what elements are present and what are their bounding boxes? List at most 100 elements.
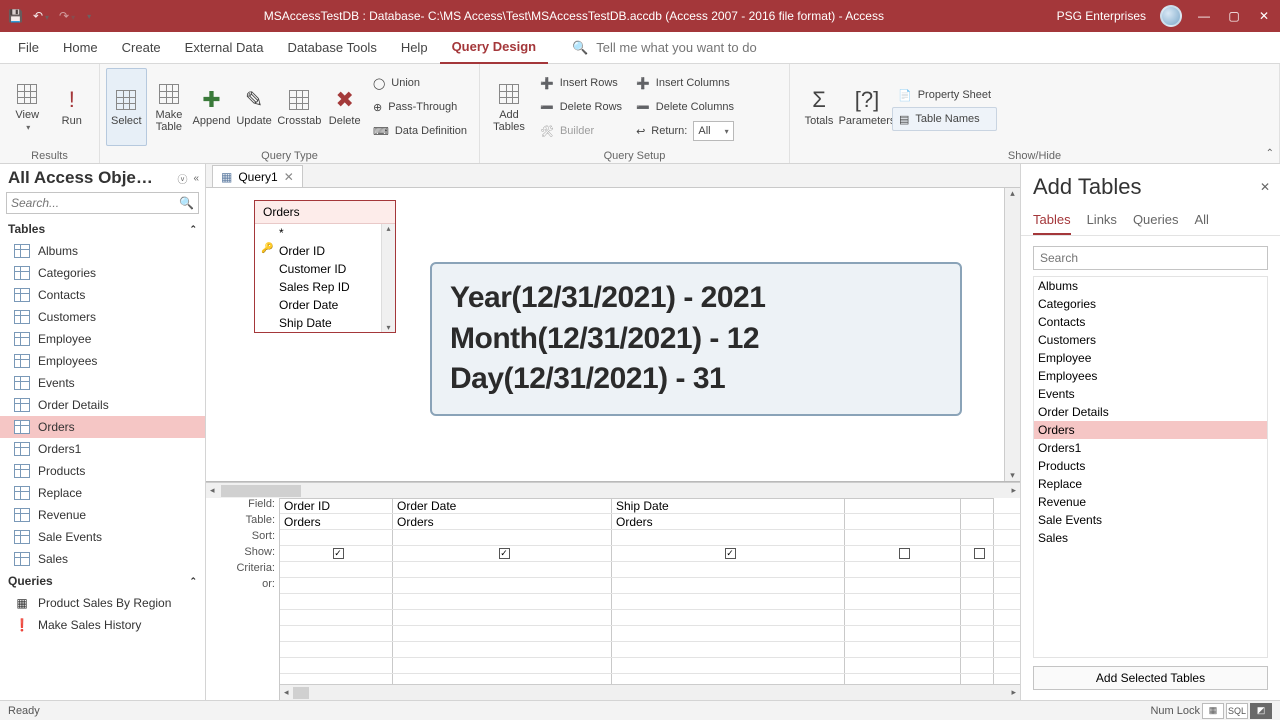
show-checkbox[interactable] — [974, 548, 985, 559]
qbe-cell-or[interactable] — [393, 578, 612, 593]
close-button[interactable]: ✕ — [1256, 9, 1272, 23]
add-tables-button[interactable]: Add Tables — [486, 68, 532, 146]
redo-icon[interactable]: ↷▾ — [59, 9, 75, 23]
qbe-cell-empty[interactable] — [845, 594, 961, 609]
property-sheet-button[interactable]: 📄Property Sheet — [892, 83, 997, 107]
tab-external-data[interactable]: External Data — [173, 32, 276, 64]
show-checkbox[interactable]: ✓ — [725, 548, 736, 559]
qbe-cell-empty[interactable] — [280, 642, 393, 657]
qbe-cell-table[interactable]: Orders — [280, 514, 393, 529]
qbe-cell-or[interactable] — [961, 578, 994, 593]
qbe-cell-empty[interactable] — [393, 594, 612, 609]
add-tables-item[interactable]: Employee — [1034, 349, 1267, 367]
fieldlist-field[interactable]: Sales Rep ID — [255, 278, 395, 296]
qbe-cell-table[interactable]: Orders — [393, 514, 612, 529]
qbe-cell-table[interactable]: Orders — [612, 514, 845, 529]
qbe-cell-empty[interactable] — [845, 610, 961, 625]
nav-table-albums[interactable]: Albums — [0, 240, 205, 262]
select-query-button[interactable]: Select — [106, 68, 147, 146]
nav-filter-icon[interactable]: ⓥ — [177, 171, 187, 186]
add-tables-search-input[interactable] — [1034, 247, 1267, 269]
nav-query-product-sales-by-region[interactable]: ▦Product Sales By Region — [0, 592, 205, 614]
qbe-cell-criteria[interactable] — [612, 562, 845, 577]
parameters-button[interactable]: [?]Parameters — [844, 68, 890, 146]
tab-links[interactable]: Links — [1087, 206, 1117, 235]
qbe-grid[interactable]: Field:Table:Sort:Show:Criteria:or: Order… — [206, 498, 1020, 700]
qbe-cell-empty[interactable] — [961, 642, 994, 657]
qbe-cell-or[interactable] — [845, 578, 961, 593]
qbe-cell-sort[interactable] — [961, 530, 994, 545]
minimize-button[interactable]: — — [1196, 9, 1212, 23]
qbe-cell-sort[interactable] — [280, 530, 393, 545]
relationship-canvas[interactable]: Orders *Order IDCustomer IDSales Rep IDO… — [206, 188, 1020, 482]
search-icon[interactable]: 🔍 — [175, 196, 198, 210]
qbe-hscroll[interactable]: ◂▸ — [280, 684, 1020, 700]
qbe-cell-empty[interactable] — [612, 610, 845, 625]
qbe-cell-empty[interactable] — [612, 642, 845, 657]
tab-home[interactable]: Home — [51, 32, 110, 64]
tell-me-search[interactable]: 🔍 — [572, 40, 816, 56]
qbe-cell-criteria[interactable] — [393, 562, 612, 577]
add-tables-search[interactable] — [1033, 246, 1268, 270]
add-tables-item[interactable]: Albums — [1034, 277, 1267, 295]
tab-database-tools[interactable]: Database Tools — [275, 32, 388, 64]
qbe-cell-empty[interactable] — [612, 626, 845, 641]
delete-rows-button[interactable]: ➖Delete Rows — [534, 95, 628, 119]
document-tab[interactable]: ▦ Query1 ✕ — [212, 165, 303, 187]
nav-search-input[interactable] — [7, 196, 175, 210]
close-tab-icon[interactable]: ✕ — [284, 170, 294, 184]
qbe-cell-criteria[interactable] — [961, 562, 994, 577]
view-button[interactable]: View▾ — [6, 68, 49, 146]
add-tables-item[interactable]: Customers — [1034, 331, 1267, 349]
qbe-cell-empty[interactable] — [280, 626, 393, 641]
maximize-button[interactable]: ▢ — [1226, 9, 1242, 23]
nav-query-make-sales-history[interactable]: ❗Make Sales History — [0, 614, 205, 636]
qbe-cell-field[interactable] — [961, 498, 994, 513]
tab-file[interactable]: File — [6, 32, 51, 64]
table-names-button[interactable]: ▤Table Names — [892, 107, 997, 131]
qbe-cell-criteria[interactable] — [845, 562, 961, 577]
nav-table-events[interactable]: Events — [0, 372, 205, 394]
nav-table-replace[interactable]: Replace — [0, 482, 205, 504]
qbe-cell-empty[interactable] — [961, 610, 994, 625]
qbe-cell-empty[interactable] — [612, 658, 845, 673]
canvas-hscroll[interactable]: ◂▸ — [206, 482, 1020, 498]
qbe-cell-field[interactable]: Ship Date — [612, 498, 845, 513]
crosstab-button[interactable]: Crosstab — [276, 68, 322, 146]
fieldlist-field[interactable]: Order ID — [255, 242, 395, 260]
tab-create[interactable]: Create — [110, 32, 173, 64]
nav-collapse-icon[interactable]: « — [193, 173, 199, 184]
nav-table-sales[interactable]: Sales — [0, 548, 205, 570]
fieldlist-field[interactable]: Ship Date — [255, 314, 395, 332]
tab-query-design[interactable]: Query Design — [440, 32, 549, 64]
fieldlist-orders[interactable]: Orders *Order IDCustomer IDSales Rep IDO… — [254, 200, 396, 333]
nav-group-tables[interactable]: Tables⌃ — [0, 218, 205, 240]
nav-table-orders1[interactable]: Orders1 — [0, 438, 205, 460]
add-tables-item[interactable]: Order Details — [1034, 403, 1267, 421]
nav-search[interactable]: 🔍 — [6, 192, 199, 214]
add-tables-item[interactable]: Events — [1034, 385, 1267, 403]
view-datasheet-button[interactable]: ▦ — [1202, 703, 1224, 719]
append-button[interactable]: ✚Append — [191, 68, 232, 146]
add-tables-item[interactable]: Orders — [1034, 421, 1267, 439]
qbe-cell-empty[interactable] — [845, 642, 961, 657]
qbe-cell-show[interactable]: ✓ — [393, 546, 612, 561]
add-tables-list[interactable]: AlbumsCategoriesContactsCustomersEmploye… — [1033, 276, 1268, 658]
qbe-cell-show[interactable]: ✓ — [612, 546, 845, 561]
update-button[interactable]: ✎Update — [234, 68, 275, 146]
return-rows[interactable]: ↩Return: All▾ — [630, 119, 740, 143]
add-tables-item[interactable]: Products — [1034, 457, 1267, 475]
delete-columns-button[interactable]: ➖Delete Columns — [630, 95, 740, 119]
qbe-cell-show[interactable] — [961, 546, 994, 561]
nav-table-orders[interactable]: Orders — [0, 416, 205, 438]
nav-table-products[interactable]: Products — [0, 460, 205, 482]
qbe-cell-empty[interactable] — [393, 610, 612, 625]
user-avatar[interactable] — [1160, 5, 1182, 27]
canvas-vscroll[interactable]: ▴▾ — [1004, 188, 1020, 481]
qbe-cell-or[interactable] — [612, 578, 845, 593]
qbe-cell-empty[interactable] — [961, 626, 994, 641]
tab-all[interactable]: All — [1194, 206, 1208, 235]
qbe-cell-empty[interactable] — [612, 594, 845, 609]
fieldlist-scrollbar[interactable]: ▴▾ — [381, 224, 395, 332]
qbe-cell-empty[interactable] — [961, 658, 994, 673]
